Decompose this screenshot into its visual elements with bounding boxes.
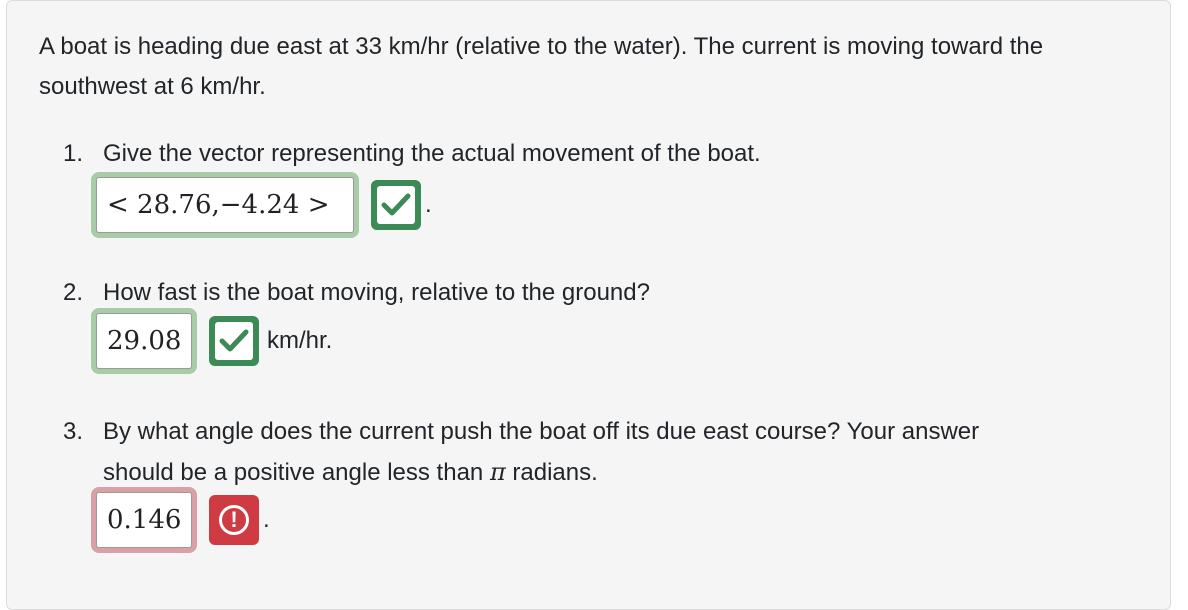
question-text: How fast is the boat moving, relative to…	[103, 279, 650, 306]
answer-unit: km/hr.	[267, 327, 333, 354]
correct-badge[interactable]	[371, 180, 421, 230]
question-text: By what angle does the current push the …	[103, 412, 979, 493]
answer-frame-correct: 29.08	[91, 308, 197, 374]
checkmark-icon	[215, 322, 253, 360]
exclamation-circle-icon: !	[219, 505, 249, 535]
question-3: 3. By what angle does the current push th…	[63, 412, 979, 493]
correct-badge[interactable]	[209, 316, 259, 366]
answer-suffix: .	[263, 506, 270, 533]
question-2: 2. How fast is the boat moving, relative …	[63, 273, 650, 313]
answer-input-1[interactable]: < 28.76,−4.24 >	[96, 177, 354, 233]
question-number: 3.	[63, 418, 84, 445]
question-text-line-2-end: radians.	[512, 459, 598, 486]
answer-row-2: 29.08 km/hr.	[91, 308, 332, 374]
answer-row-1: < 28.76,−4.24 > .	[91, 172, 432, 238]
answer-row-3: 0.146 ! .	[91, 487, 270, 553]
pi-symbol: π	[489, 458, 506, 486]
answer-suffix: .	[425, 191, 432, 218]
question-number: 1.	[63, 140, 84, 167]
question-text-line-2-start: should be a positive angle less than	[103, 459, 484, 486]
question-text-line-1: By what angle does the current push the …	[103, 418, 980, 445]
incorrect-badge[interactable]: !	[209, 495, 259, 545]
problem-statement: A boat is heading due east at 33 km/hr (…	[39, 33, 1044, 100]
answer-input-3[interactable]: 0.146	[96, 492, 192, 548]
answer-frame-incorrect: 0.146	[91, 487, 197, 553]
checkmark-icon	[377, 186, 415, 224]
question-number: 2.	[63, 279, 84, 306]
question-text: Give the vector representing the actual …	[103, 140, 761, 167]
question-1: 1. Give the vector representing the actua…	[63, 134, 761, 174]
problem-card: A boat is heading due east at 33 km/hr (…	[6, 0, 1171, 610]
answer-input-2[interactable]: 29.08	[96, 313, 192, 369]
answer-frame-correct: < 28.76,−4.24 >	[91, 172, 359, 238]
